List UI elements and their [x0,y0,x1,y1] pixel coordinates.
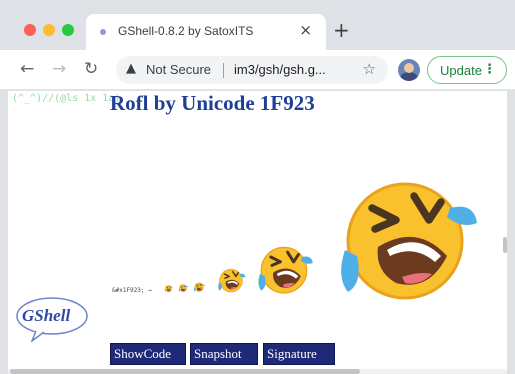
omnibox-divider [223,63,224,78]
minimize-window-button[interactable] [43,24,55,36]
ascii-banner: (^_^)//(@ls 1x 1a) [12,93,121,104]
back-arrow-icon[interactable]: ← [20,59,34,79]
profile-avatar[interactable] [398,59,420,81]
update-label: Update [440,63,482,78]
warning-icon: ▲ [126,61,136,76]
browser-window: GShell-0.8.2 by SatoxITS × + ← → ↻ ▲ Not… [0,0,515,374]
gshell-logo-text: GShell [22,306,71,325]
rofl-emoji-1-icon [164,284,173,293]
reload-icon[interactable]: ↻ [84,59,98,79]
security-label[interactable]: Not Secure [146,62,211,77]
update-button[interactable]: Update ⋮ [427,56,507,84]
maximize-window-button[interactable] [62,24,74,36]
signature-button[interactable]: Signature [263,343,335,365]
rofl-emoji-3-icon [193,281,205,293]
rofl-emoji-6-icon [330,163,480,313]
favicon-icon [100,29,106,35]
snapshot-button[interactable]: Snapshot [190,343,258,365]
page-viewport[interactable]: (^_^)//(@ls 1x 1a) Rofl by Unicode 1F923… [8,91,507,374]
vertical-scroll-thumb[interactable] [503,237,507,253]
rofl-emoji-4-icon [216,265,246,295]
forward-arrow-icon[interactable]: → [52,59,66,79]
bookmark-star-icon[interactable]: ☆ [363,60,376,78]
emoji-caption: &#x1F923; → [112,287,152,294]
gshell-logo[interactable]: GShell [14,296,90,344]
tab-strip: GShell-0.8.2 by SatoxITS × + [0,0,515,50]
new-tab-button[interactable]: + [333,20,350,40]
rofl-emoji-5-icon [254,239,314,299]
tab-title: GShell-0.8.2 by SatoxITS [118,24,254,38]
close-window-button[interactable] [24,24,36,36]
page-heading: Rofl by Unicode 1F923 [110,91,315,115]
horizontal-scroll-thumb[interactable] [10,369,360,374]
horizontal-scrollbar[interactable] [8,369,507,374]
url-text[interactable]: im3/gsh/gsh.g... [234,62,326,77]
rofl-emoji-2-icon [178,283,188,293]
kebab-menu-icon[interactable]: ⋮ [483,62,496,77]
browser-toolbar: ← → ↻ ▲ Not Secure im3/gsh/gsh.g... ☆ Up… [0,50,515,90]
tab-active[interactable]: GShell-0.8.2 by SatoxITS × [86,14,326,50]
address-bar[interactable]: ▲ Not Secure im3/gsh/gsh.g... ☆ [116,56,388,84]
showcode-button[interactable]: ShowCode [110,343,186,365]
tab-close-icon[interactable]: × [299,21,312,39]
